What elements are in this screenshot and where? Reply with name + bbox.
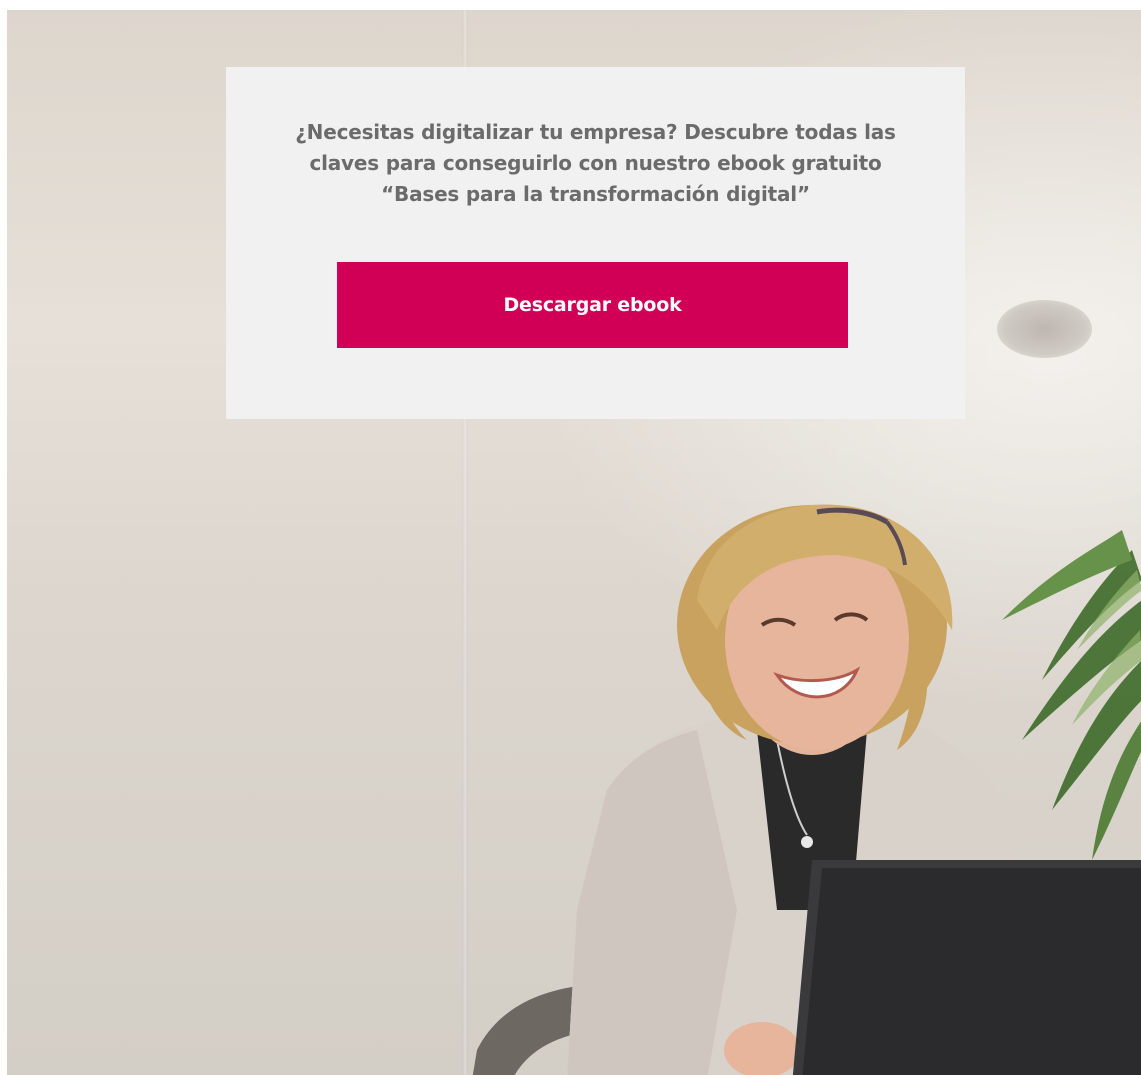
promo-line: ¿Necesitas digitalizar tu empresa? Descu…	[295, 120, 896, 144]
promo-card: ¿Necesitas digitalizar tu empresa? Descu…	[226, 67, 965, 419]
ceiling-light	[997, 300, 1092, 358]
promo-heading: ¿Necesitas digitalizar tu empresa? Descu…	[256, 117, 935, 210]
promo-line: “Bases para la transformación digital”	[381, 182, 810, 206]
page: ¿Necesitas digitalizar tu empresa? Descu…	[0, 0, 1141, 1075]
download-ebook-button[interactable]: Descargar ebook	[337, 262, 848, 348]
promo-line: claves para conseguirlo con nuestro eboo…	[309, 151, 882, 175]
laptop-illustration	[792, 860, 1141, 1075]
